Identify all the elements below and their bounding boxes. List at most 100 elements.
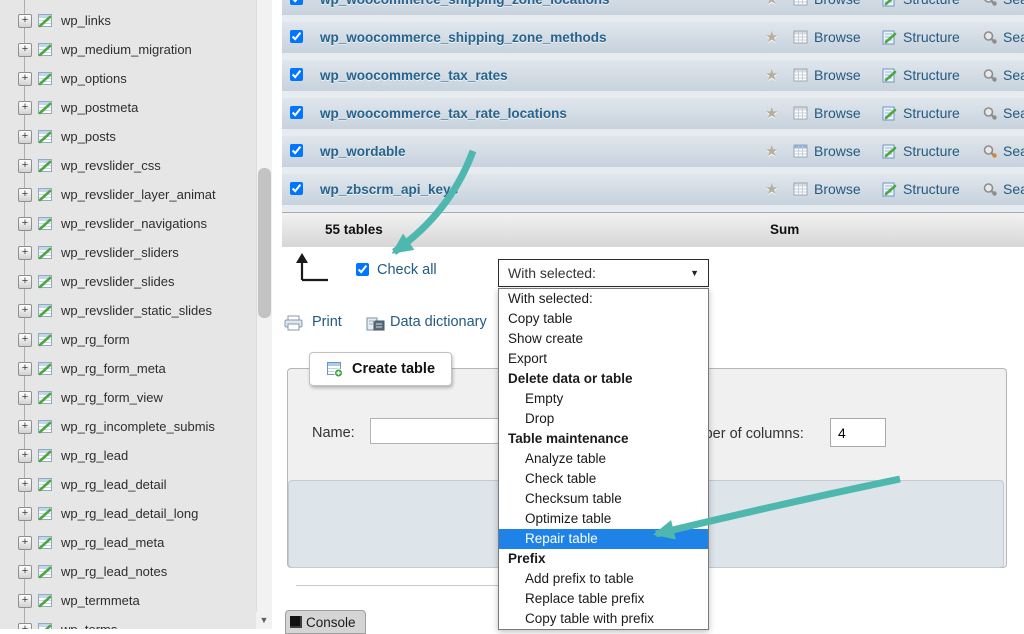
expand-plus-icon[interactable]: + — [18, 304, 32, 318]
sidebar-table-item[interactable]: + wp_posts — [0, 122, 256, 151]
expand-plus-icon[interactable]: + — [18, 565, 32, 579]
sidebar-table-name[interactable]: wp_revslider_slides — [61, 274, 174, 289]
sidebar-table-item[interactable]: + wp_postmeta — [0, 93, 256, 122]
row-checkbox[interactable] — [290, 68, 303, 81]
dropdown-option[interactable]: Copy table with prefix — [499, 609, 708, 629]
favorite-star-icon[interactable]: ★ — [765, 0, 778, 15]
sidebar-table-name[interactable]: wp_rg_lead_notes — [61, 564, 167, 579]
check-all-link[interactable]: Check all — [377, 262, 437, 278]
dropdown-option[interactable]: Empty — [499, 389, 708, 409]
dropdown-option[interactable]: Repair table — [499, 529, 708, 549]
sidebar-table-item[interactable]: + wp_termmeta — [0, 586, 256, 615]
favorite-star-icon[interactable]: ★ — [765, 136, 778, 167]
structure-link[interactable]: Structure — [903, 136, 960, 167]
sidebar-table-item[interactable]: + wp_revslider_layer_animat — [0, 180, 256, 209]
sidebar-table-item[interactable]: + wp_rg_lead_detail_long — [0, 499, 256, 528]
dropdown-option[interactable]: Prefix — [499, 549, 708, 569]
browse-link[interactable]: Browse — [814, 22, 861, 53]
search-link[interactable]: Search — [1003, 174, 1024, 205]
sidebar-table-item[interactable]: + wp_rg_lead_notes — [0, 557, 256, 586]
sidebar-table-item[interactable]: + wp_revslider_sliders — [0, 238, 256, 267]
dropdown-option[interactable]: Show create — [499, 329, 708, 349]
search-link[interactable]: Search — [1003, 22, 1024, 53]
dropdown-option[interactable]: With selected: — [499, 289, 708, 309]
table-name-link[interactable]: wp_woocommerce_shipping_zone_locations — [320, 0, 610, 15]
expand-plus-icon[interactable]: + — [18, 72, 32, 86]
scroll-down-icon[interactable]: ▼ — [256, 612, 272, 629]
browse-link[interactable]: Browse — [814, 0, 861, 15]
console-button[interactable]: Console — [285, 610, 366, 634]
expand-plus-icon[interactable]: + — [18, 159, 32, 173]
expand-plus-icon[interactable]: + — [18, 391, 32, 405]
sidebar-table-name[interactable]: wp_rg_form_meta — [61, 361, 166, 376]
browse-link[interactable]: Browse — [814, 136, 861, 167]
dropdown-option[interactable]: Drop — [499, 409, 708, 429]
row-checkbox[interactable] — [290, 106, 303, 119]
with-selected-select[interactable]: With selected: ▼ — [498, 259, 709, 287]
expand-plus-icon[interactable]: + — [18, 275, 32, 289]
dropdown-option[interactable]: Checksum table — [499, 489, 708, 509]
sidebar-table-item[interactable]: + wp_rg_form — [0, 325, 256, 354]
dropdown-option[interactable]: Add prefix to table — [499, 569, 708, 589]
row-checkbox[interactable] — [290, 182, 303, 195]
sidebar-table-name[interactable]: wp_rg_form_view — [61, 390, 163, 405]
sidebar-table-name[interactable]: wp_rg_form — [61, 332, 130, 347]
dropdown-option[interactable]: Optimize table — [499, 509, 708, 529]
sidebar-table-item[interactable]: + wp_rg_incomplete_submis — [0, 412, 256, 441]
search-link[interactable]: Search — [1003, 60, 1024, 91]
search-link[interactable]: Search — [1003, 98, 1024, 129]
sidebar-table-name[interactable]: wp_rg_lead_detail — [61, 477, 167, 492]
sidebar-table-item[interactable]: + wp_terms — [0, 615, 256, 629]
sidebar-table-item[interactable]: + wp_medium_migration — [0, 35, 256, 64]
dropdown-option[interactable]: Table maintenance — [499, 429, 708, 449]
expand-plus-icon[interactable]: + — [18, 217, 32, 231]
expand-plus-icon[interactable]: + — [18, 101, 32, 115]
expand-plus-icon[interactable]: + — [18, 536, 32, 550]
expand-plus-icon[interactable]: + — [18, 420, 32, 434]
sidebar-table-name[interactable]: wp_revslider_css — [61, 158, 161, 173]
structure-link[interactable]: Structure — [903, 174, 960, 205]
sidebar-table-name[interactable]: wp_options — [61, 71, 127, 86]
check-all-checkbox[interactable] — [356, 263, 369, 276]
browse-link[interactable]: Browse — [814, 174, 861, 205]
favorite-star-icon[interactable]: ★ — [765, 174, 778, 205]
sidebar-table-item[interactable]: + wp_rg_form_meta — [0, 354, 256, 383]
sidebar-table-item[interactable]: + wp_rg_lead_detail — [0, 470, 256, 499]
sidebar-table-name[interactable]: wp_rg_lead — [61, 448, 128, 463]
expand-plus-icon[interactable]: + — [18, 14, 32, 28]
browse-link[interactable]: Browse — [814, 60, 861, 91]
expand-plus-icon[interactable]: + — [18, 130, 32, 144]
expand-plus-icon[interactable]: + — [18, 362, 32, 376]
structure-link[interactable]: Structure — [903, 0, 960, 15]
row-checkbox[interactable] — [290, 0, 303, 5]
sidebar-table-item[interactable]: + wp_revslider_slides — [0, 267, 256, 296]
sidebar-table-item[interactable]: + wp_rg_lead — [0, 441, 256, 470]
row-checkbox[interactable] — [290, 144, 303, 157]
dropdown-option[interactable]: Copy table — [499, 309, 708, 329]
favorite-star-icon[interactable]: ★ — [765, 22, 778, 53]
dropdown-option[interactable]: Check table — [499, 469, 708, 489]
number-of-columns-input[interactable] — [830, 418, 886, 447]
expand-plus-icon[interactable]: + — [18, 449, 32, 463]
sidebar-table-name[interactable]: wp_revslider_sliders — [61, 245, 179, 260]
expand-plus-icon[interactable]: + — [18, 188, 32, 202]
dropdown-option[interactable]: Delete data or table — [499, 369, 708, 389]
sidebar-table-name[interactable]: wp_rg_lead_detail_long — [61, 506, 198, 521]
expand-plus-icon[interactable]: + — [18, 507, 32, 521]
expand-plus-icon[interactable]: + — [18, 333, 32, 347]
data-dictionary-link[interactable]: Data dictionary — [390, 314, 487, 330]
favorite-star-icon[interactable]: ★ — [765, 98, 778, 129]
favorite-star-icon[interactable]: ★ — [765, 60, 778, 91]
expand-plus-icon[interactable]: + — [18, 246, 32, 260]
search-link[interactable]: Search — [1003, 0, 1024, 15]
structure-link[interactable]: Structure — [903, 60, 960, 91]
table-name-link[interactable]: wp_woocommerce_shipping_zone_methods — [320, 22, 607, 53]
sidebar-table-name[interactable]: wp_links — [61, 13, 111, 28]
sidebar-table-name[interactable]: wp_postmeta — [61, 100, 138, 115]
sidebar-table-name[interactable]: wp_revslider_layer_animat — [61, 187, 216, 202]
structure-link[interactable]: Structure — [903, 22, 960, 53]
dropdown-option[interactable]: Analyze table — [499, 449, 708, 469]
sidebar-table-item[interactable]: + wp_revslider_css — [0, 151, 256, 180]
sidebar-table-name[interactable]: wp_rg_lead_meta — [61, 535, 164, 550]
dropdown-option[interactable]: Replace table prefix — [499, 589, 708, 609]
